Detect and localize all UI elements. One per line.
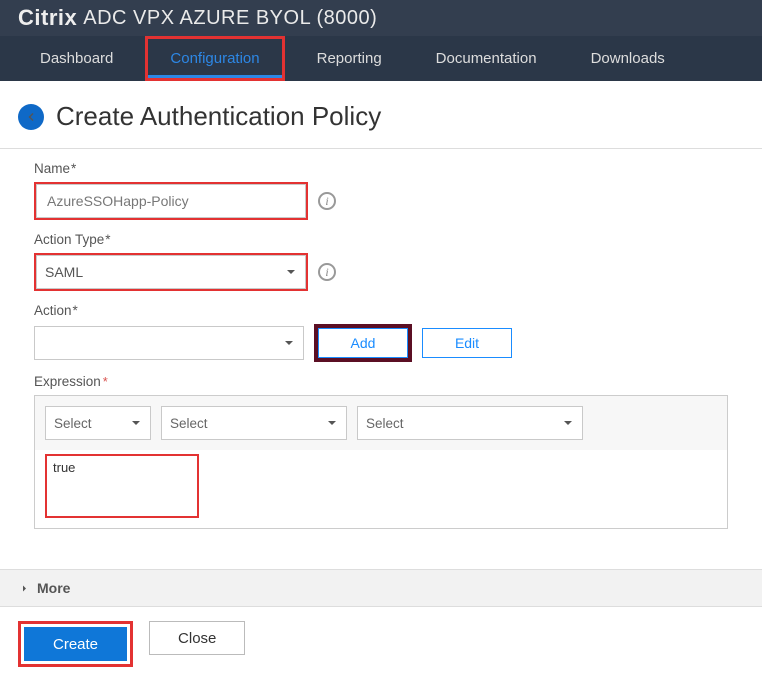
chevron-down-icon [562, 417, 574, 429]
select-placeholder: Select [170, 416, 208, 431]
select-placeholder: Select [366, 416, 404, 431]
tab-dashboard[interactable]: Dashboard [18, 36, 135, 81]
brand-rest: ADC VPX AZURE BYOL (8000) [83, 7, 377, 30]
app-header: Citrix ADC VPX AZURE BYOL (8000) [0, 0, 762, 36]
expression-textarea[interactable] [47, 456, 197, 511]
action-label: Action [34, 303, 728, 318]
chevron-down-icon [326, 417, 338, 429]
action-type-label: Action Type [34, 232, 728, 247]
caret-right-icon [20, 584, 29, 593]
page-title: Create Authentication Policy [56, 101, 381, 132]
info-icon[interactable]: i [318, 263, 336, 281]
name-label: Name [34, 161, 728, 176]
tab-label: Documentation [436, 50, 537, 67]
button-label: Add [351, 335, 376, 351]
tab-label: Downloads [591, 50, 665, 67]
tab-label: Reporting [317, 50, 382, 67]
brand-bold: Citrix [18, 5, 77, 31]
expression-select-1[interactable]: Select [45, 406, 151, 440]
tab-configuration[interactable]: Configuration [148, 39, 281, 78]
page-body: Create Authentication Policy Name i Acti… [0, 81, 762, 686]
button-label: Close [178, 630, 216, 647]
expression-select-2[interactable]: Select [161, 406, 347, 440]
more-expand[interactable]: More [0, 569, 762, 607]
info-icon[interactable]: i [318, 192, 336, 210]
add-button[interactable]: Add [318, 328, 408, 358]
more-label: More [37, 580, 70, 596]
back-button[interactable] [18, 104, 44, 130]
name-input[interactable] [36, 184, 306, 218]
chevron-down-icon [130, 417, 142, 429]
action-type-value: SAML [45, 264, 83, 280]
action-type-select[interactable]: SAML [36, 255, 306, 289]
edit-button[interactable]: Edit [422, 328, 512, 358]
close-button[interactable]: Close [149, 621, 245, 655]
form: Name i Action Type SAML i Ac [0, 149, 762, 541]
footer: Create Close [0, 607, 762, 681]
button-label: Edit [455, 335, 479, 351]
arrow-left-icon [25, 111, 37, 123]
chevron-down-icon [283, 337, 295, 349]
chevron-down-icon [285, 266, 297, 278]
button-label: Create [53, 636, 98, 653]
action-select[interactable] [34, 326, 304, 360]
tab-documentation[interactable]: Documentation [414, 36, 559, 81]
tab-label: Configuration [170, 50, 259, 67]
tab-label: Dashboard [40, 50, 113, 67]
tab-downloads[interactable]: Downloads [569, 36, 687, 81]
tab-reporting[interactable]: Reporting [295, 36, 404, 81]
main-nav: Dashboard Configuration Reporting Docume… [0, 36, 762, 81]
expression-select-3[interactable]: Select [357, 406, 583, 440]
create-button[interactable]: Create [24, 627, 127, 661]
select-placeholder: Select [54, 416, 92, 431]
expression-label: Expression* [34, 374, 728, 389]
expression-box: Select Select Select [34, 395, 728, 529]
